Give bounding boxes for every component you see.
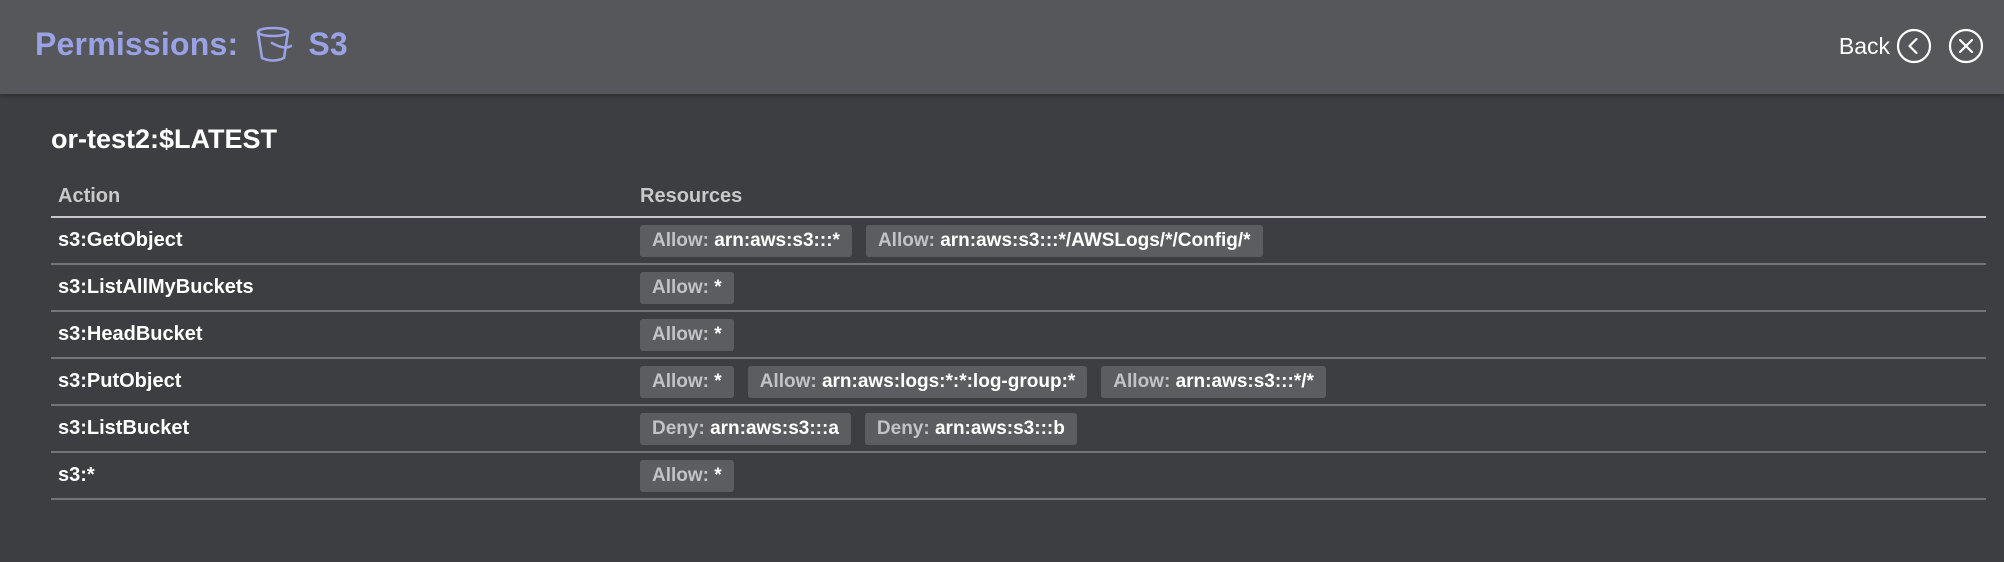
function-name: or-test2:$LATEST [51, 124, 278, 154]
resource-chip: Deny: arn:aws:s3:::a [640, 412, 851, 445]
table-row: s3:* Allow: * [51, 452, 1986, 500]
resources-cell: Allow: * [633, 264, 1986, 312]
action-cell: s3:HeadBucket [51, 311, 633, 359]
page-title: Permissions: S3 [35, 20, 348, 68]
title-prefix: Permissions: [35, 25, 239, 62]
table-row: s3:ListAllMyBuckets Allow: * [51, 264, 1986, 312]
resources-cell: Allow: arn:aws:s3:::* Allow: arn:aws:s3::… [633, 217, 1986, 265]
chip-arn: * [714, 370, 722, 392]
resource-chip: Allow: arn:aws:s3:::*/AWSLogs/*/Config/* [865, 224, 1263, 257]
chip-effect: Deny: [652, 417, 705, 439]
table-row: s3:GetObject Allow: arn:aws:s3:::* Allow:… [51, 217, 1986, 265]
chip-effect: Allow: [652, 464, 709, 486]
chip-arn: arn:aws:s3:::b [934, 417, 1065, 439]
resource-chip: Allow: * [640, 318, 734, 351]
permissions-content: or-test2:$LATEST Action Resources s3:Get… [51, 94, 1986, 500]
chip-effect: Allow: [652, 323, 709, 345]
resources-cell: Deny: arn:aws:s3:::a Deny: arn:aws:s3:::b [633, 405, 1986, 453]
chip-arn: arn:aws:s3:::*/AWSLogs/*/Config/* [940, 229, 1251, 251]
chip-arn: * [714, 323, 722, 345]
column-header-action: Action [51, 176, 633, 218]
table-header-row: Action Resources [51, 176, 1986, 218]
close-circle-icon [1948, 28, 1984, 64]
chip-effect: Allow: [652, 276, 709, 298]
chip-effect: Deny: [876, 417, 930, 439]
back-label: Back [1838, 32, 1890, 59]
back-button[interactable]: Back [1839, 28, 1932, 64]
resources-cell: Allow: * Allow: arn:aws:logs:*:*:log-grou… [633, 358, 1986, 406]
chip-effect: Allow: [652, 370, 709, 392]
action-cell: s3:PutObject [51, 358, 633, 406]
chip-effect: Allow: [652, 229, 709, 251]
resource-chip: Allow: arn:aws:logs:*:*:log-group:* [747, 365, 1088, 398]
header-bar: Permissions: S3 Back [0, 0, 2004, 94]
chip-arn: arn:aws:s3:::a [710, 417, 839, 439]
chip-arn: arn:aws:s3:::*/* [1175, 370, 1314, 392]
header-actions: Back [1839, 28, 1984, 64]
resource-chip: Allow: arn:aws:s3:::*/* [1101, 365, 1326, 398]
action-cell: s3:GetObject [51, 217, 633, 265]
table-row: s3:HeadBucket Allow: * [51, 311, 1986, 359]
resources-cell: Allow: * [633, 452, 1986, 500]
chip-effect: Allow: [1113, 370, 1171, 392]
close-button[interactable] [1948, 28, 1984, 64]
resource-chip: Allow: * [640, 365, 734, 398]
chip-effect: Allow: [877, 229, 935, 251]
chip-arn: * [714, 276, 722, 298]
action-cell: s3:ListAllMyBuckets [51, 264, 633, 312]
chip-effect: Allow: [759, 370, 817, 392]
chip-arn: * [714, 464, 722, 486]
table-row: s3:PutObject Allow: * Allow: arn:aws:logs… [51, 358, 1986, 406]
resources-cell: Allow: * [633, 311, 1986, 359]
bucket-icon [254, 24, 294, 64]
resource-chip: Deny: arn:aws:s3:::b [864, 412, 1077, 445]
table-row: s3:ListBucket Deny: arn:aws:s3:::a Deny: … [51, 405, 1986, 453]
resource-chip: Allow: * [640, 459, 734, 492]
permissions-table: Action Resources s3:GetObject Allow: arn… [51, 176, 1986, 500]
column-header-resources: Resources [633, 176, 1986, 218]
service-name: S3 [308, 25, 348, 62]
chevron-left-circle-icon [1896, 28, 1932, 64]
resource-chip: Allow: arn:aws:s3:::* [640, 224, 852, 257]
action-cell: s3:* [51, 452, 633, 500]
resource-chip: Allow: * [640, 271, 734, 304]
chip-arn: arn:aws:s3:::* [714, 229, 840, 251]
action-cell: s3:ListBucket [51, 405, 633, 453]
chip-arn: arn:aws:logs:*:*:log-group:* [821, 370, 1076, 392]
